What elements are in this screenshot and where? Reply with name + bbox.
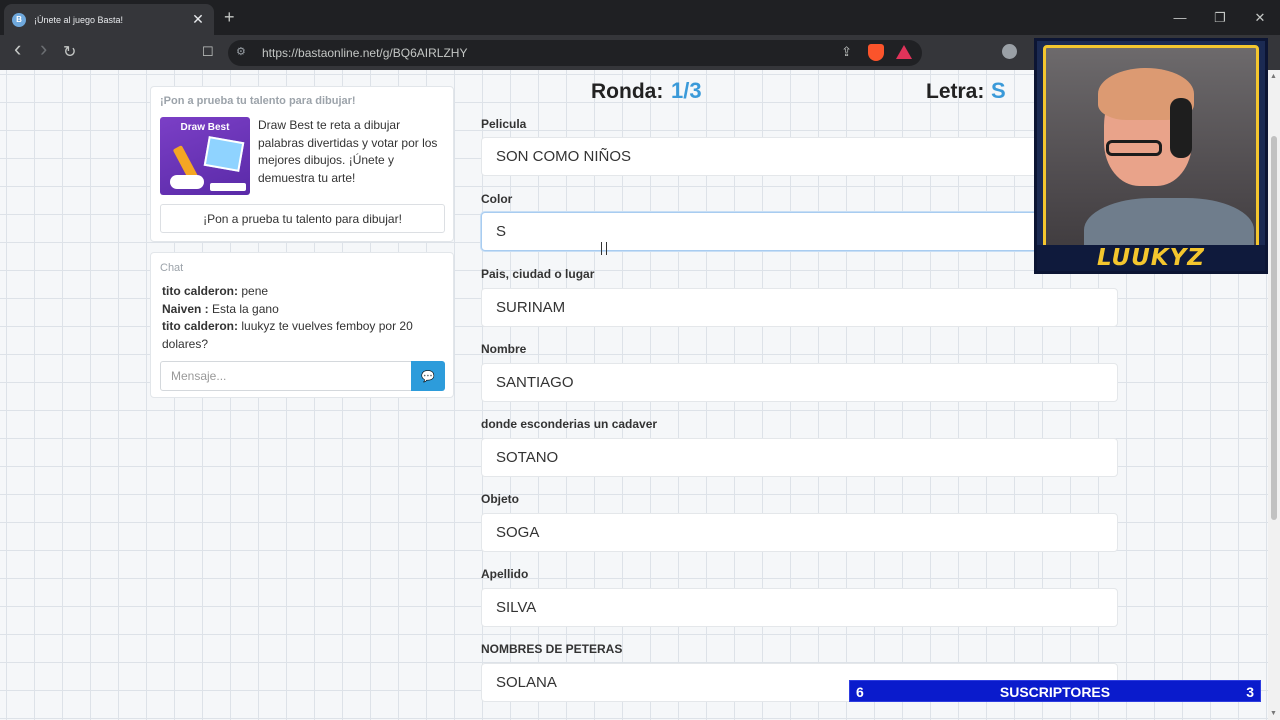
publisher-badge <box>210 183 246 191</box>
chat-panel: Chat tito calderon: pene Naiven : Esta l… <box>150 252 454 398</box>
chat-user: tito calderon: <box>162 319 239 334</box>
field-label-peteras: NOMBRES DE PETERAS <box>481 642 623 656</box>
back-button[interactable]: ‹ <box>14 36 21 62</box>
field-label-objeto: Objeto <box>481 492 519 506</box>
scroll-down-icon[interactable]: ▼ <box>1270 710 1277 717</box>
field-input-cadaver[interactable] <box>481 438 1118 477</box>
round-label: Ronda: <box>591 80 664 103</box>
field-input-pelicula[interactable] <box>481 137 1118 176</box>
field-label-color: Color <box>481 192 513 206</box>
draw-best-image[interactable]: Draw Best <box>160 117 250 195</box>
bookmark-icon[interactable]: ☐ <box>202 44 214 60</box>
browser-tab[interactable]: B ¡Únete al juego Basta! ✕ <box>4 4 214 35</box>
chat-message-input[interactable] <box>160 361 412 391</box>
window-controls: — ❐ ✕ <box>1160 0 1280 35</box>
promo-description: Draw Best te reta a dibujar palabras div… <box>258 118 438 185</box>
chat-messages: tito calderon: pene Naiven : Esta la gan… <box>162 283 432 353</box>
browser-tab-bar: B ¡Únete al juego Basta! ✕ + — ❐ ✕ <box>0 0 1280 35</box>
close-tab-icon[interactable]: ✕ <box>190 11 206 28</box>
send-message-button[interactable]: 💬 <box>411 361 445 391</box>
field-label-pais: Pais, ciudad o lugar <box>481 267 595 281</box>
cloud-icon <box>170 175 204 189</box>
chat-message: tito calderon: pene <box>162 283 432 301</box>
brave-rewards-icon[interactable] <box>896 45 912 59</box>
site-favicon-icon: B <box>12 12 26 27</box>
minimize-button[interactable]: — <box>1160 0 1200 35</box>
chat-user: Naiven : <box>162 301 209 316</box>
address-bar[interactable]: ⚙ https://bastaonline.net/g/BQ6AIRLZHY ⇪ <box>228 40 922 66</box>
headphones-icon <box>1170 98 1192 158</box>
subs-label: SUSCRIPTORES <box>999 684 1111 700</box>
streamer-name: LUUKYZ <box>1097 245 1205 271</box>
subscriber-goal-bar: 6 SUSCRIPTORES 3 <box>849 680 1261 702</box>
chat-message: Naiven : Esta la gano <box>162 301 432 319</box>
close-window-button[interactable]: ✕ <box>1240 0 1280 35</box>
site-info-icon[interactable]: ⚙ <box>236 45 246 58</box>
field-label-cadaver: donde esconderias un cadaver <box>481 417 658 431</box>
promo-heading: ¡Pon a prueba tu talento para dibujar! <box>160 95 356 107</box>
tab-title: ¡Únete al juego Basta! <box>34 14 124 25</box>
glasses-icon <box>1106 140 1162 156</box>
field-input-nombre[interactable] <box>481 363 1118 402</box>
round-value: 1/3 <box>671 78 702 103</box>
new-tab-button[interactable]: + <box>224 7 235 28</box>
chat-heading: Chat <box>160 262 184 274</box>
promo-button[interactable]: ¡Pon a prueba tu talento para dibujar! <box>160 204 445 233</box>
extension-icon[interactable] <box>1002 44 1017 59</box>
chat-text: Esta la gano <box>208 301 279 316</box>
letter-value: S <box>991 78 1006 103</box>
subs-goal: 3 <box>1246 684 1254 700</box>
field-input-objeto[interactable] <box>481 513 1118 552</box>
letter-label: Letra: <box>926 80 985 103</box>
url-text[interactable]: https://bastaonline.net/g/BQ6AIRLZHY <box>262 46 467 60</box>
reload-button[interactable]: ↻ <box>63 42 76 62</box>
webcam-frame <box>1043 45 1259 271</box>
speech-bubble-icon: 💬 <box>421 370 435 383</box>
chat-user: tito calderon: <box>162 284 239 298</box>
webcam-overlay: LUUKYZ <box>1034 38 1268 274</box>
brave-shield-icon[interactable] <box>868 44 884 61</box>
field-label-pelicula: Pelicula <box>481 117 527 131</box>
promo-card: ¡Pon a prueba tu talento para dibujar! D… <box>150 86 454 242</box>
field-input-apellido[interactable] <box>481 588 1118 627</box>
text-cursor-icon <box>601 242 607 255</box>
field-label-nombre: Nombre <box>481 342 527 356</box>
page-scrollbar[interactable]: ▲ ▼ <box>1268 70 1280 720</box>
scroll-up-icon[interactable]: ▲ <box>1270 73 1277 80</box>
maximize-button[interactable]: ❐ <box>1200 0 1240 35</box>
scroll-thumb[interactable] <box>1271 136 1277 520</box>
field-input-color[interactable] <box>481 212 1118 251</box>
drawing-board-icon <box>203 136 245 172</box>
share-icon[interactable]: ⇪ <box>841 44 852 60</box>
field-label-apellido: Apellido <box>481 567 529 581</box>
chat-text: pene <box>238 284 269 298</box>
chat-message: tito calderon: luukyz te vuelves femboy … <box>162 318 432 353</box>
forward-button[interactable]: › <box>40 36 47 62</box>
promo-image-title: Draw Best <box>180 122 230 133</box>
field-input-pais[interactable] <box>481 288 1118 327</box>
